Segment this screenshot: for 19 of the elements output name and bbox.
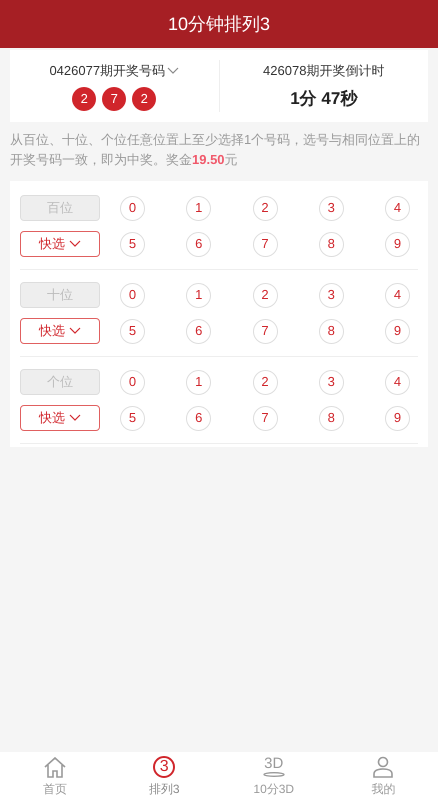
next-issue-label: 426078期开奖倒计时 <box>263 62 384 80</box>
chevron-down-icon <box>69 327 81 335</box>
quick-pick-button[interactable]: 快选 <box>20 231 100 257</box>
page-title: 10分钟排列3 <box>168 12 270 36</box>
last-issue-label[interactable]: 0426077期开奖号码 <box>49 61 166 81</box>
home-icon <box>42 756 67 778</box>
chevron-down-icon <box>69 414 81 422</box>
rules-text: 从百位、十位、个位任意位置上至少选择1个号码，选号与相同位置上的开奖号码一致，即为中奖。奖金19.50元 <box>10 131 422 169</box>
tab-bar-item[interactable]: 3D 10分3D <box>219 752 328 802</box>
quick-pick-button[interactable]: 快选 <box>20 318 100 344</box>
tab-bar-item[interactable]: 首页 <box>0 752 110 802</box>
quick-pick-button[interactable]: 快选 <box>20 405 100 431</box>
user-icon <box>372 756 394 778</box>
countdown: 1分 47秒 <box>290 88 358 110</box>
tab-bar-item[interactable]: 3 排列3 <box>110 752 219 802</box>
chevron-down-icon <box>167 67 180 75</box>
tab-bar-item[interactable]: 我的 <box>328 752 438 802</box>
chevron-down-icon <box>69 240 81 248</box>
circled-digit-icon: 3 <box>153 756 176 778</box>
